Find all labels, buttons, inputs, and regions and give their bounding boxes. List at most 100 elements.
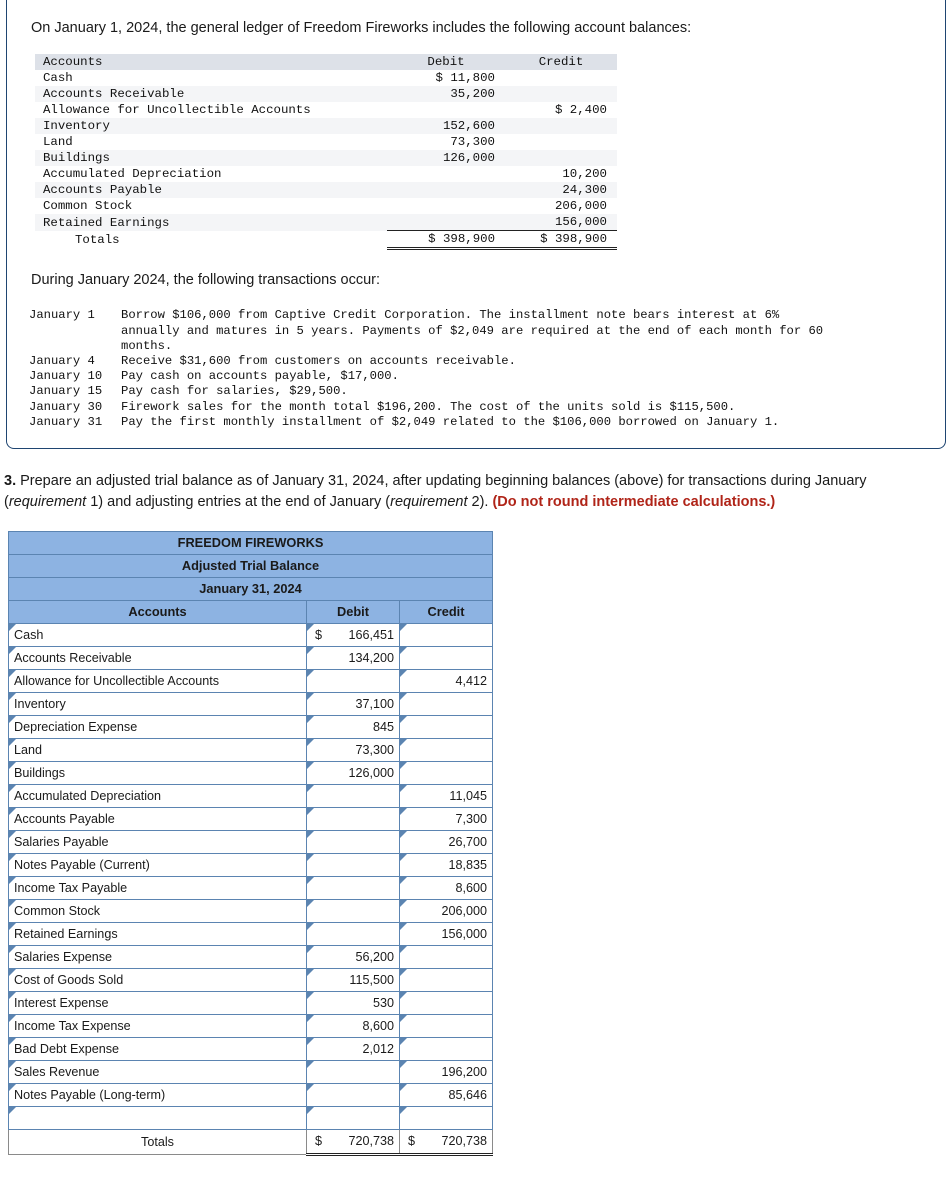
atb-debit-cell[interactable]: 845 <box>306 714 400 739</box>
atb-account-cell[interactable]: Common Stock <box>8 898 307 923</box>
atb-account-cell[interactable]: Depreciation Expense <box>8 714 307 739</box>
atb-debit-cell[interactable] <box>306 783 400 808</box>
opening-row-debit: 126,000 <box>387 150 505 167</box>
atb-account-cell[interactable]: Salaries Payable <box>8 829 307 854</box>
atb-debit-cell[interactable]: 56,200 <box>306 944 400 969</box>
atb-debit-cell[interactable] <box>306 829 400 854</box>
atb-account-cell[interactable]: Accounts Receivable <box>8 645 307 670</box>
atb-account-cell[interactable]: Income Tax Expense <box>8 1013 307 1038</box>
atb-row: Accumulated Depreciation 11,045 <box>8 783 494 808</box>
atb-credit-cell[interactable]: 196,200 <box>398 1059 494 1084</box>
atb-account-cell[interactable]: Sales Revenue <box>8 1059 307 1084</box>
transaction-row: January 31 Pay the first monthly installm… <box>29 415 927 430</box>
atb-debit-value: 2,012 <box>362 1041 394 1056</box>
atb-credit-value: 4,412 <box>455 673 488 688</box>
atb-credit-cell[interactable]: 156,000 <box>398 921 494 946</box>
transaction-description: Pay the first monthly installment of $2,… <box>121 414 780 429</box>
atb-row: Salaries Expense 56,200 <box>8 944 494 969</box>
atb-account-cell[interactable]: Land <box>8 737 307 762</box>
atb-account-cell[interactable]: Inventory <box>8 691 307 716</box>
transaction-description: Receive $31,600 from customers on accoun… <box>121 353 516 368</box>
atb-debit-cell[interactable]: 37,100 <box>306 691 400 716</box>
atb-credit-value: 196,200 <box>441 1064 488 1079</box>
atb-credit-cell[interactable]: 18,835 <box>398 852 494 877</box>
atb-account-cell[interactable] <box>8 1105 307 1130</box>
atb-debit-cell[interactable]: 126,000 <box>306 760 400 785</box>
atb-debit-cell[interactable] <box>306 875 400 900</box>
requirement-italic-1: requirement <box>8 493 87 510</box>
atb-credit-cell[interactable] <box>398 1036 494 1061</box>
transaction-date: January 10 <box>29 369 103 384</box>
atb-account-cell[interactable]: Cost of Goods Sold <box>8 967 307 992</box>
atb-column-header-row: Accounts Debit Credit <box>8 599 494 624</box>
atb-debit-cell[interactable] <box>306 1082 400 1107</box>
atb-account-cell[interactable]: Buildings <box>8 760 307 785</box>
atb-debit-cell[interactable]: 2,012 <box>306 1036 400 1061</box>
atb-credit-value: 8,600 <box>455 880 488 895</box>
atb-row <box>8 1105 494 1130</box>
atb-debit-cell[interactable] <box>306 898 400 923</box>
atb-account-cell[interactable]: Retained Earnings <box>8 921 307 946</box>
atb-credit-cell[interactable]: 85,646 <box>398 1082 494 1107</box>
atb-debit-cell[interactable]: 73,300 <box>306 737 400 762</box>
atb-credit-cell[interactable] <box>398 714 494 739</box>
atb-credit-cell[interactable] <box>398 990 494 1015</box>
atb-account-cell[interactable]: Notes Payable (Current) <box>8 852 307 877</box>
opening-table-row: Accounts Receivable 35,200 <box>35 86 617 103</box>
atb-debit-cell[interactable]: 8,600 <box>306 1013 400 1038</box>
atb-account-cell[interactable]: Accounts Payable <box>8 806 307 831</box>
atb-debit-cell[interactable] <box>306 668 400 693</box>
atb-statement-title: Adjusted Trial Balance <box>7 553 494 578</box>
atb-account-cell[interactable]: Bad Debt Expense <box>8 1036 307 1061</box>
atb-credit-cell[interactable]: 4,412 <box>398 668 494 693</box>
atb-credit-cell[interactable]: 11,045 <box>398 783 494 808</box>
atb-totals-row: Totals $720,738 $720,738 <box>8 1128 494 1156</box>
opening-row-credit: 24,300 <box>505 182 617 199</box>
atb-data-rows: Cash $166,451 Accounts Receivable 134,200 Al… <box>8 622 494 1130</box>
opening-row-credit: 156,000 <box>505 214 617 231</box>
problem-intro-text: On January 1, 2024, the general ledger o… <box>31 20 692 36</box>
atb-credit-cell[interactable] <box>398 737 494 762</box>
atb-credit-cell[interactable] <box>398 944 494 969</box>
opening-row-account: Retained Earnings <box>35 214 387 231</box>
atb-account-cell[interactable]: Interest Expense <box>8 990 307 1015</box>
atb-credit-cell[interactable]: 8,600 <box>398 875 494 900</box>
atb-debit-cell[interactable] <box>306 1059 400 1084</box>
transaction-date: January 1 <box>29 308 95 323</box>
atb-debit-cell[interactable] <box>306 852 400 877</box>
atb-account-cell[interactable]: Accumulated Depreciation <box>8 783 307 808</box>
atb-credit-cell[interactable]: 206,000 <box>398 898 494 923</box>
atb-debit-cell[interactable]: 134,200 <box>306 645 400 670</box>
atb-row: Inventory 37,100 <box>8 691 494 716</box>
opening-row-account: Cash <box>43 71 73 86</box>
atb-debit-cell[interactable]: 115,500 <box>306 967 400 992</box>
atb-company-name: FREEDOM FIREWORKS <box>7 530 494 555</box>
transaction-description: Pay cash on accounts payable, $17,000. <box>121 369 399 384</box>
atb-credit-cell[interactable] <box>398 645 494 670</box>
atb-credit-cell[interactable]: 26,700 <box>398 829 494 854</box>
atb-credit-cell[interactable] <box>398 1013 494 1038</box>
atb-credit-cell[interactable] <box>398 760 494 785</box>
opening-table-header-row: Accounts Debit Credit <box>35 54 617 71</box>
atb-debit-cell[interactable]: $166,451 <box>306 622 400 647</box>
atb-debit-value: 37,100 <box>355 696 394 711</box>
transaction-row: January 15 Pay cash for salaries, $29,500… <box>29 384 927 399</box>
atb-row: Interest Expense 530 <box>8 990 494 1015</box>
atb-account-cell[interactable]: Notes Payable (Long-term) <box>8 1082 307 1107</box>
atb-debit-cell[interactable]: 530 <box>306 990 400 1015</box>
atb-credit-cell[interactable] <box>398 967 494 992</box>
atb-credit-cell[interactable] <box>398 691 494 716</box>
atb-account-cell[interactable]: Income Tax Payable <box>8 875 307 900</box>
atb-debit-cell[interactable] <box>306 921 400 946</box>
atb-account-cell[interactable]: Salaries Expense <box>8 944 307 969</box>
atb-debit-cell[interactable] <box>306 1105 400 1130</box>
opening-row-account: Accounts Receivable <box>35 86 387 103</box>
atb-row: Cash $166,451 <box>8 622 494 647</box>
atb-debit-cell[interactable] <box>306 806 400 831</box>
atb-credit-cell[interactable] <box>398 1105 494 1130</box>
atb-debit-value: 8,600 <box>362 1018 394 1033</box>
atb-credit-cell[interactable]: 7,300 <box>398 806 494 831</box>
atb-account-cell[interactable]: Cash <box>8 622 307 647</box>
atb-credit-cell[interactable] <box>398 622 494 647</box>
atb-account-cell[interactable]: Allowance for Uncollectible Accounts <box>8 668 307 693</box>
